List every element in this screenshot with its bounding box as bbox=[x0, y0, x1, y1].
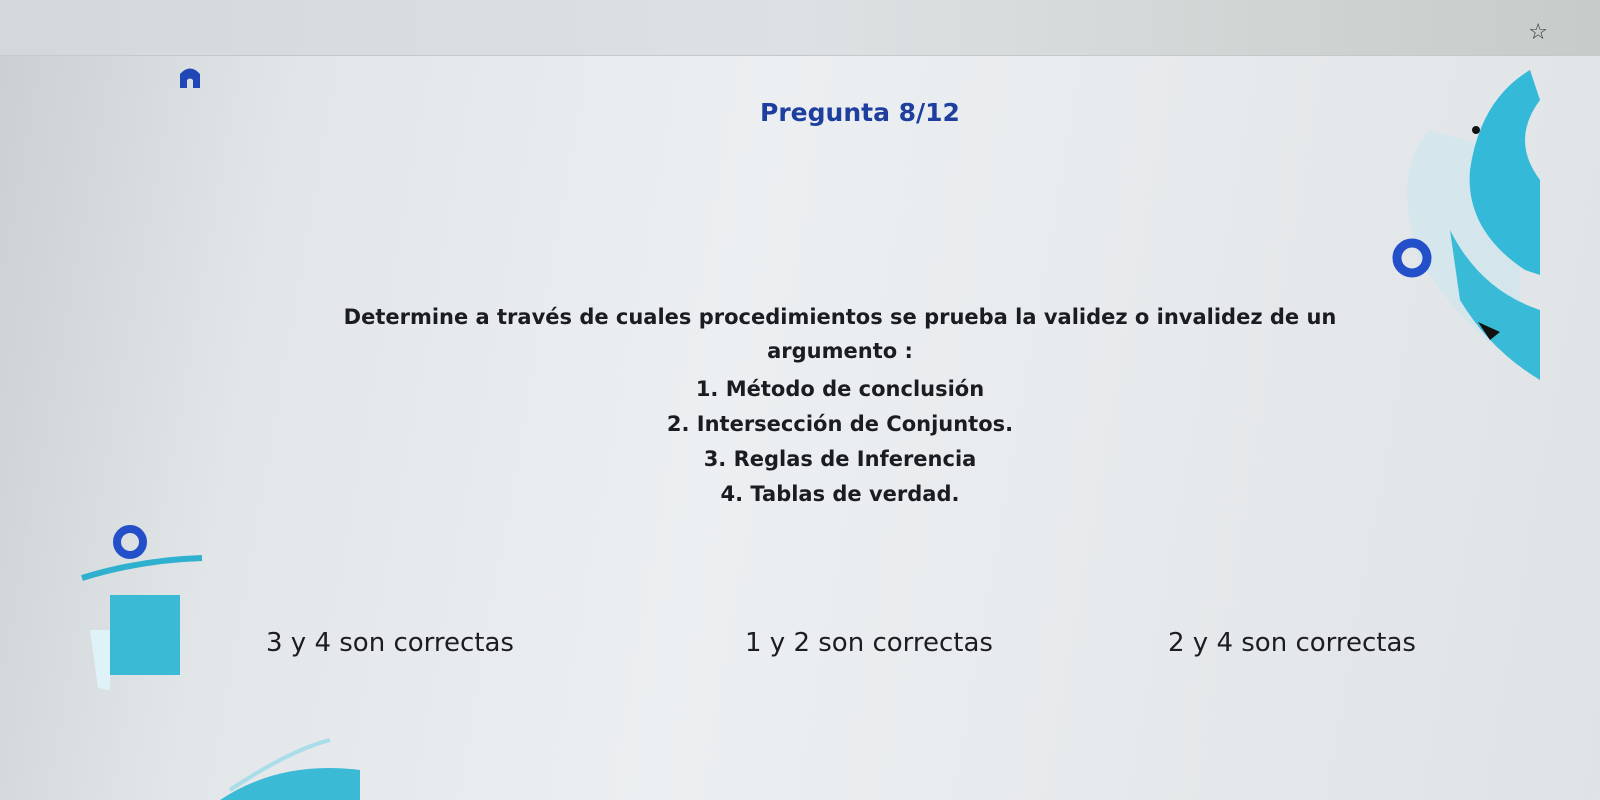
star-icon[interactable]: ☆ bbox=[1528, 22, 1548, 44]
question-item: 2. Intersección de Conjuntos. bbox=[666, 412, 1014, 436]
question-items-list: 1. Método de conclusión 2. Intersección … bbox=[240, 372, 1440, 512]
answer-option-a[interactable]: 3 y 4 son correctas bbox=[266, 628, 514, 658]
answer-options: 3 y 4 son correctas 1 y 2 son correctas … bbox=[0, 628, 1600, 668]
browser-toolbar: ☆ bbox=[0, 0, 1600, 56]
question-block: Determine a través de cuales procedimien… bbox=[240, 300, 1440, 512]
question-item: 4. Tablas de verdad. bbox=[720, 482, 960, 506]
answer-option-c[interactable]: 2 y 4 son correctas bbox=[1168, 628, 1416, 658]
question-item: 3. Reglas de Inferencia bbox=[703, 447, 977, 471]
question-progress: Pregunta 8/12 bbox=[760, 98, 960, 127]
home-icon[interactable] bbox=[176, 62, 204, 90]
answer-option-b[interactable]: 1 y 2 son correctas bbox=[745, 628, 993, 658]
question-item: 1. Método de conclusión bbox=[695, 377, 985, 401]
question-prompt: Determine a través de cuales procedimien… bbox=[343, 305, 1337, 363]
